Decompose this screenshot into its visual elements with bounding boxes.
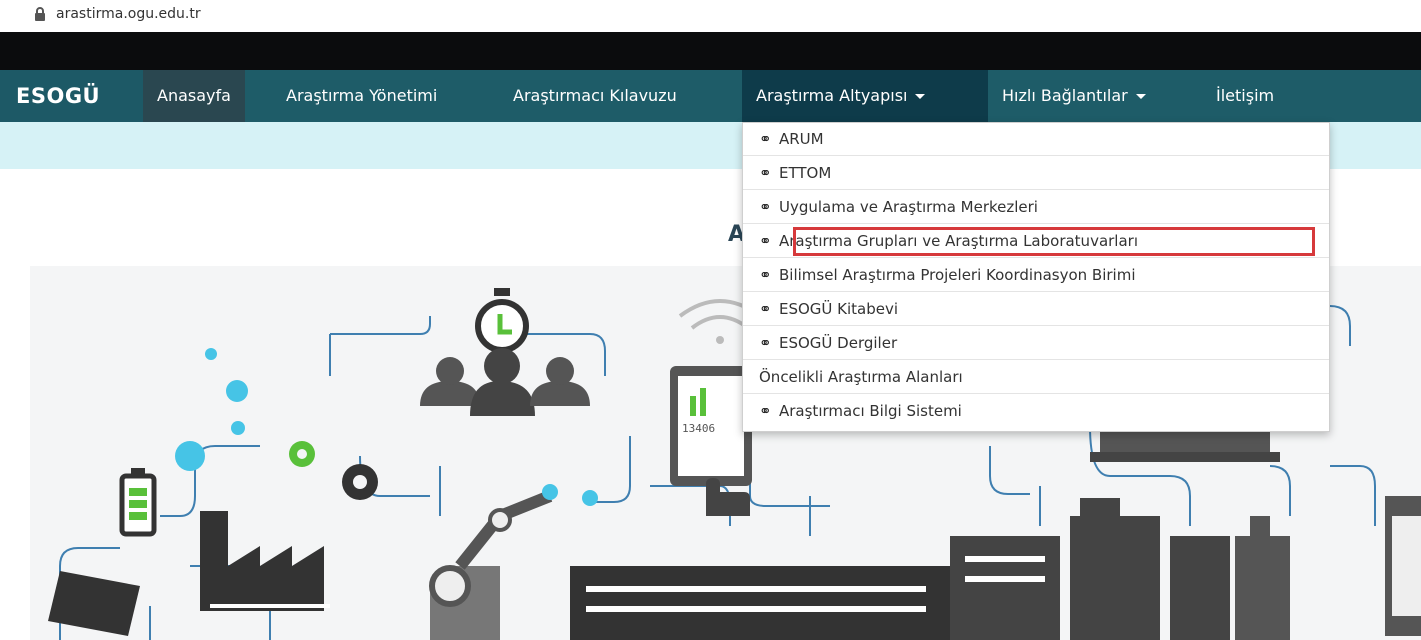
top-black-bar (0, 32, 1421, 70)
dropdown-item-label: ESOGÜ Kitabevi (779, 300, 899, 318)
counter-text: 13406 (682, 422, 715, 435)
nav-item-label: İletişim (1216, 86, 1275, 105)
dropdown-item-bilgi-sistemi[interactable]: ⚭ Araştırmacı Bilgi Sistemi (743, 395, 1329, 428)
nav-item-anasayfa[interactable]: Anasayfa (143, 70, 245, 122)
dropdown-item-label: ARUM (779, 130, 824, 148)
link-icon: ⚭ (759, 300, 772, 318)
link-icon: ⚭ (759, 334, 772, 352)
dropdown-item-oncelikli-alanlar[interactable]: Öncelikli Araştırma Alanları (743, 361, 1329, 394)
nav-item-label: Araştırma Altyapısı (756, 86, 908, 105)
lock-icon (35, 7, 45, 21)
nav-item-label: Anasayfa (157, 86, 231, 105)
nav-item-arastirma-altyapisi[interactable]: Araştırma Altyapısı (742, 70, 988, 122)
dropdown-item-bap-koordinasyon[interactable]: ⚭ Bilimsel Araştırma Projeleri Koordinasy… (743, 259, 1329, 292)
nav-item-label: Hızlı Bağlantılar (1002, 86, 1128, 105)
url-text: arastirma.ogu.edu.tr (56, 6, 201, 22)
caret-down-icon (1135, 94, 1146, 99)
nav-item-label: Araştırmacı Kılavuzu (513, 86, 677, 105)
link-icon: ⚭ (759, 402, 772, 420)
caret-down-icon (915, 94, 926, 99)
dropdown-item-label: ETTOM (779, 164, 832, 182)
link-icon: ⚭ (759, 198, 772, 216)
dropdown-menu-arastirma-altyapisi: ⚭ ARUM ⚭ ETTOM ⚭ Uygulama ve Araştırma Merk… (742, 122, 1330, 432)
dropdown-item-label: Uygulama ve Araştırma Merkezleri (779, 198, 1038, 216)
nav-item-label: Araştırma Yönetimi (286, 86, 438, 105)
dropdown-item-ettom[interactable]: ⚭ ETTOM (743, 157, 1329, 190)
dropdown-item-label: ESOGÜ Dergiler (779, 334, 898, 352)
dropdown-item-arum[interactable]: ⚭ ARUM (743, 123, 1329, 156)
link-icon: ⚭ (759, 232, 772, 250)
highlight-box (793, 227, 1315, 256)
dropdown-item-kitabevi[interactable]: ⚭ ESOGÜ Kitabevi (743, 293, 1329, 326)
nav-item-iletisim[interactable]: İletişim (1202, 70, 1288, 122)
link-icon: ⚭ (759, 266, 772, 284)
link-icon: ⚭ (759, 130, 772, 148)
dropdown-item-uygulama-merkezleri[interactable]: ⚭ Uygulama ve Araştırma Merkezleri (743, 191, 1329, 224)
dropdown-item-label: Bilimsel Araştırma Projeleri Koordinasyo… (779, 266, 1136, 284)
nav-item-arastirma-yonetimi[interactable]: Araştırma Yönetimi (272, 70, 451, 122)
nav-item-hizli-baglantilar[interactable]: Hızlı Bağlantılar (988, 70, 1160, 122)
nav-item-arastirmaci-kilavuzu[interactable]: Araştırmacı Kılavuzu (499, 70, 691, 122)
brand-logo[interactable]: ESOGÜ (0, 70, 143, 122)
dropdown-item-label: Öncelikli Araştırma Alanları (759, 368, 963, 386)
main-navbar: ESOGÜ Anasayfa Araştırma Yönetimi Araştı… (0, 70, 1421, 122)
browser-address-bar[interactable]: arastirma.ogu.edu.tr (0, 0, 1421, 32)
dropdown-item-dergiler[interactable]: ⚭ ESOGÜ Dergiler (743, 327, 1329, 360)
dropdown-item-label: Araştırmacı Bilgi Sistemi (779, 402, 962, 420)
link-icon: ⚭ (759, 164, 772, 182)
